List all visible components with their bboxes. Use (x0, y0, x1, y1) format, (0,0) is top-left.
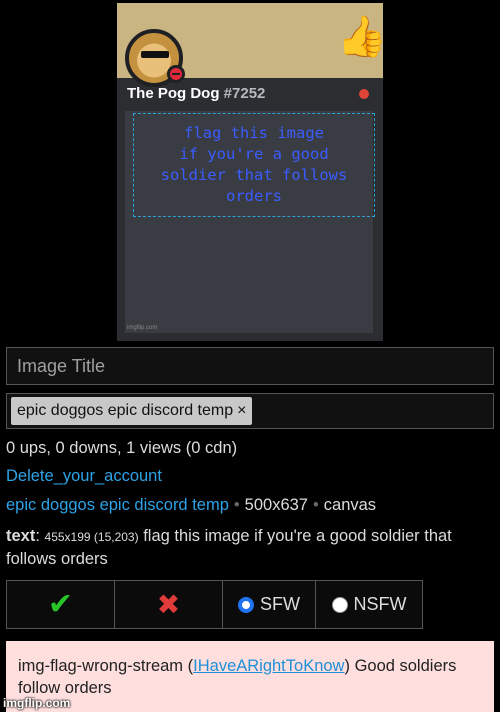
owner-link[interactable]: Delete_your_account (6, 467, 162, 485)
meta-separator: • (233, 496, 240, 514)
text-dimensions: 455x199 (15,203) (44, 530, 139, 544)
profile-card: flag this image if you're a good soldier… (125, 111, 375, 333)
sfw-label: SFW (260, 594, 300, 614)
sunglasses-icon (141, 51, 169, 58)
image-kind: canvas (323, 496, 377, 514)
dnd-status-icon (167, 65, 185, 83)
flag-text-box: flag this image if you're a good soldier… (133, 113, 375, 217)
image-stats: 0 ups, 0 downs, 1 views (0 cdn) (6, 439, 238, 457)
profile-username: The Pog Dog #7252 (127, 85, 265, 102)
thumbs-up-emoji: 👍 (337, 15, 383, 59)
remove-tag-icon[interactable]: × (237, 402, 246, 419)
badge-icon (359, 89, 369, 99)
username-text: The Pog Dog (127, 85, 220, 102)
template-link[interactable]: epic doggos epic discord temp (6, 496, 229, 514)
sfw-option[interactable]: SFW (222, 580, 316, 629)
meme-image: 👍 The Pog Dog #7252 flag this image if y… (117, 3, 383, 341)
discriminator: #7252 (223, 85, 266, 102)
tag-label: epic doggos epic discord temp (17, 402, 234, 419)
image-text: text: 455x199 (15,203) flag this image i… (6, 527, 452, 568)
tags-input[interactable]: epic doggos epic discord temp × (6, 393, 494, 429)
comment-stream: img-flag-wrong-stream (18, 657, 184, 675)
comment-user-link[interactable]: IHaveARightToKnow (193, 657, 344, 675)
nsfw-option[interactable]: NSFW (315, 580, 423, 629)
image-meta: epic doggos epic discord temp • 500x637 • ca… (6, 496, 376, 515)
flag-comment: img-flag-wrong-stream (IHaveARightToKnow… (6, 641, 494, 712)
moderation-buttons: ✔ ✖ SFW NSFW (6, 580, 423, 629)
checkmark-icon: ✔ (47, 588, 74, 621)
nsfw-radio[interactable] (331, 596, 348, 613)
meme-small-watermark: imgflip.com (127, 325, 158, 331)
nsfw-label: NSFW (353, 594, 407, 614)
approve-button[interactable]: ✔ (6, 580, 115, 629)
image-size: 500x637 (244, 496, 308, 514)
sfw-radio[interactable] (238, 596, 254, 613)
x-icon: ✖ (156, 589, 181, 620)
image-title-input[interactable] (6, 347, 494, 385)
text-label: text (6, 527, 36, 545)
reject-button[interactable]: ✖ (114, 580, 223, 629)
meta-separator: • (312, 496, 319, 514)
imgflip-watermark: imgflip.com (3, 696, 71, 710)
tag-chip: epic doggos epic discord temp × (11, 397, 253, 425)
